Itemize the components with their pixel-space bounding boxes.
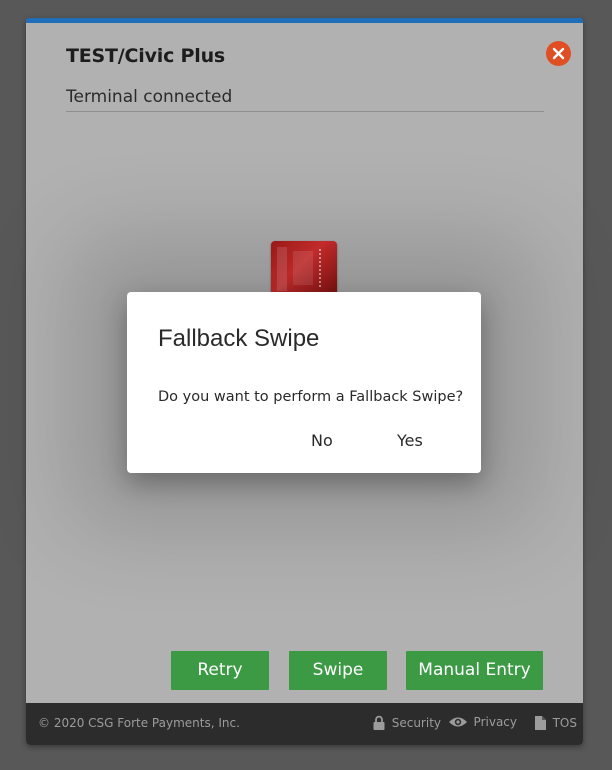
card-dots [319,249,331,287]
dialog-yes-button[interactable]: Yes [397,431,423,450]
dialog-message: Do you want to perform a Fallback Swipe? [158,389,464,405]
card-stripe [277,247,287,291]
close-icon [552,47,565,60]
security-label: Security [391,716,441,730]
security-link[interactable]: Security [372,715,441,731]
manual-entry-button[interactable]: Manual Entry [406,651,543,690]
lock-icon [373,715,385,730]
window-title: TEST/Civic Plus [66,45,226,67]
dialog-no-button[interactable]: No [311,431,333,450]
card-image [271,241,337,295]
privacy-link[interactable]: Privacy [448,715,517,729]
footer-bar: © 2020 CSG Forte Payments, Inc. Security… [26,703,583,745]
terminal-status: Terminal connected [66,87,233,107]
fallback-dialog: Fallback Swipe Do you want to perform a … [127,292,481,473]
copyright-text: © 2020 CSG Forte Payments, Inc. [38,716,240,730]
dialog-title: Fallback Swipe [158,325,320,352]
retry-button[interactable]: Retry [171,651,269,690]
swipe-button[interactable]: Swipe [289,651,387,690]
tos-link[interactable]: TOS [534,715,577,731]
eye-icon [448,717,467,727]
privacy-label: Privacy [473,715,517,729]
document-icon [534,716,546,730]
tos-label: TOS [552,716,577,730]
card-band [293,251,313,285]
close-button[interactable] [546,41,571,66]
divider [66,111,544,112]
